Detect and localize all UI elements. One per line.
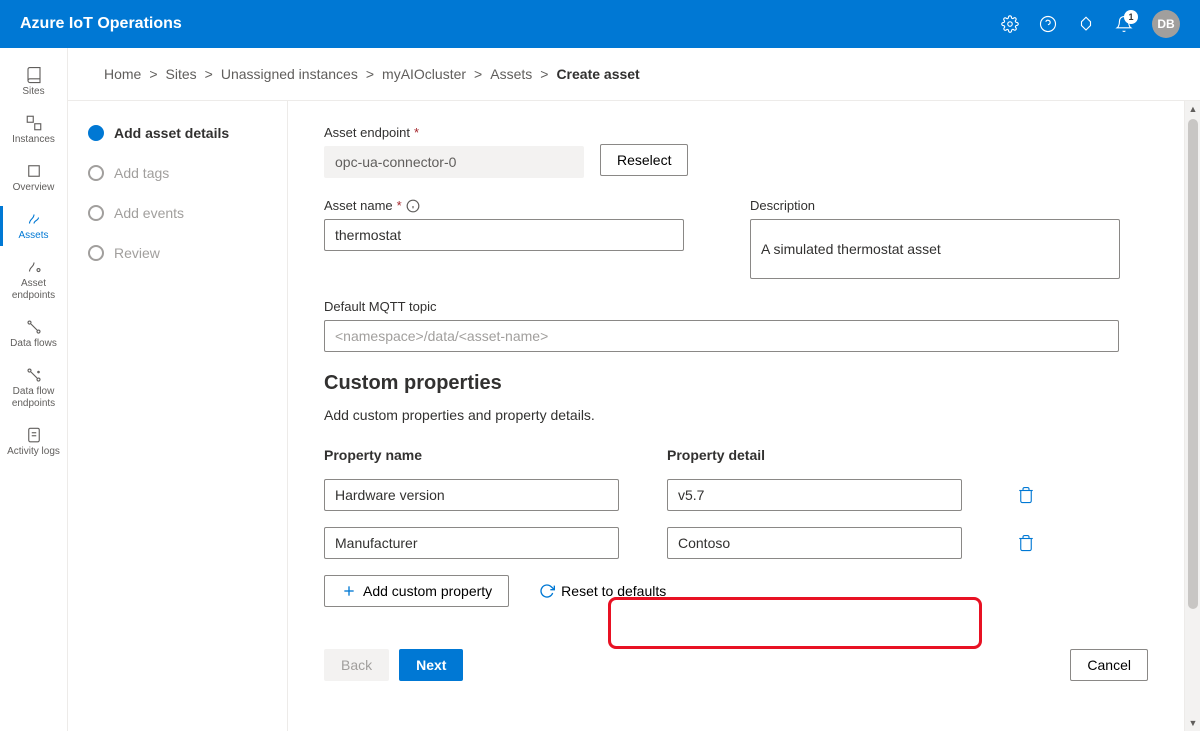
cancel-button[interactable]: Cancel <box>1070 649 1148 681</box>
reselect-button[interactable]: Reselect <box>600 144 688 176</box>
wizard-steps: Add asset details Add tags Add events Re… <box>68 101 288 731</box>
breadcrumb-assets[interactable]: Assets <box>490 66 532 82</box>
sidenav-data-flow-endpoints[interactable]: Data flow endpoints <box>0 358 67 418</box>
sidenav-data-flows[interactable]: Data flows <box>0 310 67 358</box>
announcements-icon[interactable] <box>1076 14 1096 34</box>
trash-icon <box>1017 534 1035 552</box>
form-area: Asset endpoint * Reselect Asset name * <box>288 101 1184 631</box>
prop-detail-header: Property detail <box>667 447 962 463</box>
notifications-icon[interactable]: 1 <box>1114 14 1134 34</box>
breadcrumb-home[interactable]: Home <box>104 66 141 82</box>
sidenav-overview[interactable]: Overview <box>0 154 67 202</box>
property-name-input[interactable] <box>324 527 619 559</box>
add-custom-property-button[interactable]: Add custom property <box>324 575 509 607</box>
custom-props-title: Custom properties <box>324 372 1148 395</box>
sidenav-sites[interactable]: Sites <box>0 58 67 106</box>
refresh-icon <box>539 583 555 599</box>
sidenav-instances[interactable]: Instances <box>0 106 67 154</box>
step-circle-icon <box>88 125 104 141</box>
name-label: Asset name * <box>324 198 684 213</box>
settings-icon[interactable] <box>1000 14 1020 34</box>
step-circle-icon <box>88 205 104 221</box>
breadcrumb-sites[interactable]: Sites <box>166 66 197 82</box>
property-name-input[interactable] <box>324 479 619 511</box>
property-detail-input[interactable] <box>667 527 962 559</box>
trash-icon <box>1017 486 1035 504</box>
sidenav-assets[interactable]: Assets <box>0 202 67 250</box>
property-row <box>324 479 1148 511</box>
top-header: Azure IoT Operations 1 DB <box>0 0 1200 48</box>
asset-name-input[interactable] <box>324 219 684 251</box>
property-detail-input[interactable] <box>667 479 962 511</box>
side-navigation: Sites Instances Overview Assets Asset en… <box>0 48 68 731</box>
delete-property-button[interactable] <box>1010 527 1042 559</box>
help-icon[interactable] <box>1038 14 1058 34</box>
scroll-up-icon[interactable]: ▲ <box>1185 101 1200 117</box>
custom-props-desc: Add custom properties and property detai… <box>324 407 1148 423</box>
step-circle-icon <box>88 245 104 261</box>
step-details[interactable]: Add asset details <box>88 125 267 141</box>
property-row <box>324 527 1148 559</box>
app-title: Azure IoT Operations <box>20 15 182 33</box>
description-input[interactable] <box>750 219 1120 279</box>
delete-property-button[interactable] <box>1010 479 1042 511</box>
desc-label: Description <box>750 198 1120 213</box>
mqtt-label: Default MQTT topic <box>324 299 1148 314</box>
prop-name-header: Property name <box>324 447 619 463</box>
next-button[interactable]: Next <box>399 649 463 681</box>
scrollbar-thumb[interactable] <box>1188 119 1198 609</box>
endpoint-label: Asset endpoint * <box>324 125 584 140</box>
sidenav-asset-endpoints[interactable]: Asset endpoints <box>0 250 67 310</box>
endpoint-input <box>324 146 584 178</box>
scroll-down-icon[interactable]: ▼ <box>1185 715 1200 731</box>
step-events[interactable]: Add events <box>88 205 267 221</box>
notification-badge: 1 <box>1124 10 1138 24</box>
step-tags[interactable]: Add tags <box>88 165 267 181</box>
breadcrumb-cluster[interactable]: myAIOcluster <box>382 66 466 82</box>
sidenav-activity-logs[interactable]: Activity logs <box>0 418 67 466</box>
step-circle-icon <box>88 165 104 181</box>
mqtt-topic-input[interactable] <box>324 320 1119 352</box>
reset-defaults-button[interactable]: Reset to defaults <box>523 575 682 607</box>
breadcrumb-unassigned[interactable]: Unassigned instances <box>221 66 358 82</box>
back-button: Back <box>324 649 389 681</box>
breadcrumb-current: Create asset <box>556 66 639 82</box>
header-actions: 1 DB <box>1000 10 1180 38</box>
breadcrumb: Home>Sites>Unassigned instances>myAIOclu… <box>68 48 1200 101</box>
avatar[interactable]: DB <box>1152 10 1180 38</box>
form-footer: Back Next Cancel <box>288 631 1184 699</box>
step-review[interactable]: Review <box>88 245 267 261</box>
plus-icon <box>341 583 357 599</box>
info-icon[interactable] <box>406 199 420 213</box>
scrollbar[interactable]: ▲ ▼ <box>1184 101 1200 731</box>
